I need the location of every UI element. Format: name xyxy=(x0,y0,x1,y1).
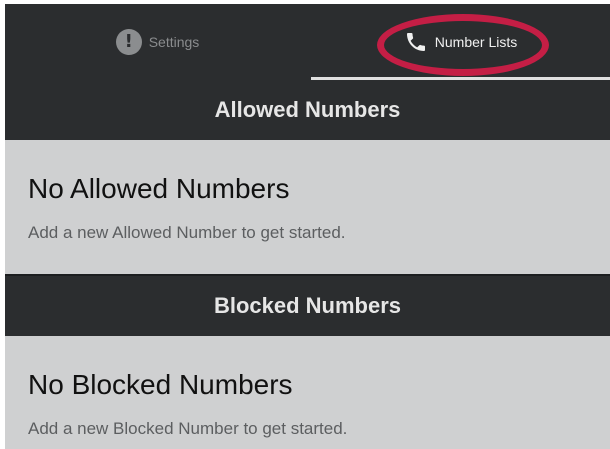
tab-bar: ! Settings Number Lists xyxy=(5,4,610,80)
tab-number-lists-content: Number Lists xyxy=(403,29,517,55)
allowed-numbers-header-label: Allowed Numbers xyxy=(214,97,401,122)
allowed-numbers-empty-state: No Allowed Numbers Add a new Allowed Num… xyxy=(5,140,610,274)
allowed-empty-title: No Allowed Numbers xyxy=(28,173,290,204)
allowed-numbers-header: Allowed Numbers xyxy=(5,80,610,140)
tab-number-lists-label: Number Lists xyxy=(434,34,518,50)
phone-icon-svg xyxy=(406,33,425,51)
blocked-empty-title: No Blocked Numbers xyxy=(28,369,293,400)
tab-number-lists[interactable]: Number Lists xyxy=(310,4,610,80)
blocked-numbers-header: Blocked Numbers xyxy=(5,276,610,336)
tab-settings-content: ! Settings xyxy=(115,29,200,55)
exclamation-circle-icon: ! xyxy=(115,29,142,55)
tab-settings[interactable]: ! Settings xyxy=(5,4,310,80)
allowed-empty-subtitle: Add a new Allowed Number to get started. xyxy=(28,223,346,242)
blocked-numbers-empty-state: No Blocked Numbers Add a new Blocked Num… xyxy=(5,336,610,449)
app-frame: ! Settings Number Lists Allowed Numbers … xyxy=(5,4,610,449)
tab-settings-label: Settings xyxy=(148,34,200,50)
phone-icon xyxy=(403,29,429,55)
exclamation-glyph: ! xyxy=(124,31,133,52)
blocked-numbers-header-label: Blocked Numbers xyxy=(213,293,402,318)
blocked-empty-subtitle: Add a new Blocked Number to get started. xyxy=(28,419,348,438)
